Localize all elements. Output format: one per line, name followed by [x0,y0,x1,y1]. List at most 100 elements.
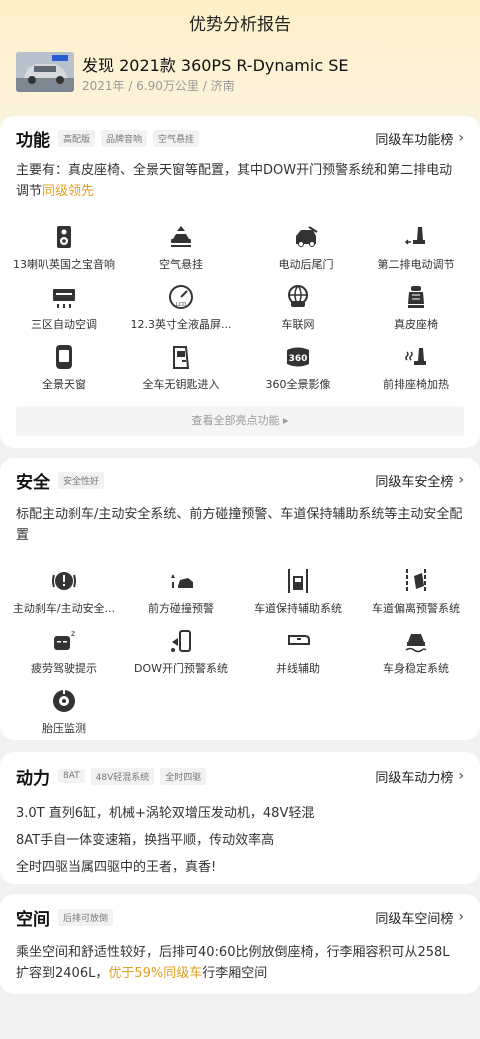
chevron-right-icon: › [458,909,464,925]
feature-item[interactable]: LCD 12.3英寸全液晶屏... [121,284,241,332]
function-header: 功能 高配版 品牌音响 空气悬挂 同级车功能榜 › [16,126,464,151]
feature-item[interactable]: DOW开门预警系统 [121,628,241,676]
feature-item[interactable]: 前排座椅加热 [356,344,476,392]
lane-departure-icon [406,569,426,593]
feature-item[interactable]: 第二排电动调节 [356,224,476,272]
leather-seat-icon [408,286,424,308]
fatigue-icon: z [54,629,75,650]
feature-item[interactable]: 主动刹车/主动安全... [4,568,124,616]
car-thumbnail[interactable] [16,52,74,92]
feature-label: 全车无钥匙进入 [142,378,220,391]
safety-header: 安全 安全性好 同级车安全榜 › [16,468,464,493]
space-desc-line: 扩容到2406L，优于59%同级车行李厢空间 [16,962,464,981]
space-desc-text: 扩容到2406L， [16,966,109,981]
feature-item[interactable]: 13喇叭英国之宝音响 [4,224,124,272]
stability-icon [405,634,427,653]
page-title: 优势分析报告 [189,15,291,35]
speaker-icon [57,226,71,248]
power-tailgate-icon [296,226,318,247]
space-desc-text: 行李厢空间 [202,966,268,981]
feature-item[interactable]: 车身稳定系统 [356,628,476,676]
feature-label: 车联网 [281,318,315,331]
function-desc-highlight: 同级领先 [42,184,95,199]
space-desc-line: 乘坐空间和舒适性较好，后排可40:60比例放倒座椅，行李厢容积可从258L [16,945,450,960]
feature-item[interactable]: 并线辅助 [238,628,358,676]
lane-keep-icon [288,569,308,593]
safety-rank-label: 同级车安全榜 [375,474,454,490]
air-suspension-icon [171,226,191,247]
feature-item[interactable]: 全车无钥匙进入 [121,344,241,392]
view-all-features-button[interactable]: 查看全部亮点功能 ▸ [16,406,464,436]
feature-label: 三区自动空调 [31,318,97,331]
feature-item[interactable]: 全景天窗 [4,344,124,392]
feature-label: 空气悬挂 [159,258,203,271]
camera-360-icon: 360 [287,347,309,367]
lcd-gauge-icon: LCD [169,285,193,309]
power-rank-label: 同级车动力榜 [375,770,454,786]
collision-warning-icon [171,574,193,588]
power-line: 8AT手自一体变速箱，换挡平顺，传动效率高 [16,833,275,848]
function-rank-label: 同级车功能榜 [375,132,454,148]
feature-label: 前排座椅加热 [383,378,449,391]
feature-label: 全景天窗 [42,378,86,391]
power-tag: 8AT [58,769,85,783]
sunroof-icon [56,345,72,369]
feature-item[interactable]: 空气悬挂 [121,224,241,272]
feature-label: 疲劳驾驶提示 [31,662,97,675]
function-tag: 空气悬挂 [153,129,200,147]
feature-label: 并线辅助 [276,662,320,675]
feature-item[interactable]: 胎压监测 [4,688,124,736]
function-rank-link[interactable]: 同级车功能榜 › [375,129,464,148]
chevron-right-icon: › [458,768,464,784]
feature-label: 360全景影像 [265,378,331,391]
feature-item[interactable]: 三区自动空调 [4,284,124,332]
feature-item[interactable]: 真皮座椅 [356,284,476,332]
seat-adjust-icon [404,227,425,245]
space-rank-link[interactable]: 同级车空间榜 › [375,908,464,927]
feature-item[interactable]: 车联网 [238,284,358,332]
svg-text:z: z [71,629,75,638]
feature-label: 12.3英寸全液晶屏... [130,318,232,331]
feature-label: 真皮座椅 [394,318,438,331]
space-tag: 后排可放倒 [58,908,114,926]
power-title: 动力 [16,768,50,789]
feature-item[interactable]: 车道保持辅助系统 [238,568,358,616]
feature-item[interactable]: 360 360全景影像 [238,344,358,392]
car-meta: 2021年 / 6.90万公里 / 济南 [82,79,235,93]
keyless-entry-icon [173,346,190,369]
feature-label: 主动刹车/主动安全... [12,602,116,615]
feature-label: 13喇叭英国之宝音响 [13,258,115,271]
feature-label: 车道保持辅助系统 [254,602,342,615]
feature-item[interactable]: z 疲劳驾驶提示 [4,628,124,676]
chevron-right-icon: › [458,472,464,488]
function-description: 主要有：真皮座椅、全景天窗等配置，其中DOW开门预警系统和第二排电动调节同级领先 [16,160,464,202]
space-desc-highlight: 优于59%同级车 [108,966,203,981]
feature-label: 第二排电动调节 [377,258,455,271]
climate-control-icon [53,289,75,308]
space-header: 空间 后排可放倒 同级车空间榜 › [16,905,464,930]
lane-change-assist-icon [288,635,310,645]
power-header: 动力 8AT 48V轻混系统 全时四驱 同级车动力榜 › [16,764,464,789]
safety-tag: 安全性好 [58,471,105,489]
function-tag: 高配版 [58,129,96,147]
power-tag: 全时四驱 [160,767,207,785]
safety-rank-link[interactable]: 同级车安全榜 › [375,471,464,490]
connected-car-icon [288,285,308,307]
feature-label: 胎压监测 [42,722,86,735]
space-rank-label: 同级车空间榜 [375,911,454,927]
svg-text:360: 360 [289,354,308,364]
svg-text:LCD: LCD [176,302,186,308]
power-rank-link[interactable]: 同级车动力榜 › [375,767,464,786]
power-tag: 48V轻混系统 [90,767,155,785]
active-brake-icon [52,572,76,590]
feature-item[interactable]: 车道偏离预警系统 [356,568,476,616]
power-line: 3.0T 直列6缸，机械+涡轮双增压发动机，48V轻混 [16,806,315,821]
feature-label: 前方碰撞预警 [148,602,214,615]
safety-title: 安全 [16,472,50,493]
feature-item[interactable]: 电动后尾门 [246,224,366,272]
feature-item[interactable]: 前方碰撞预警 [121,568,241,616]
safety-description: 标配主动刹车/主动安全系统、前方碰撞预警、车道保持辅助系统等主动安全配置 [16,507,463,543]
feature-label: 车道偏离预警系统 [372,602,460,615]
feature-label: 车身稳定系统 [383,662,449,675]
feature-label: DOW开门预警系统 [133,662,228,675]
